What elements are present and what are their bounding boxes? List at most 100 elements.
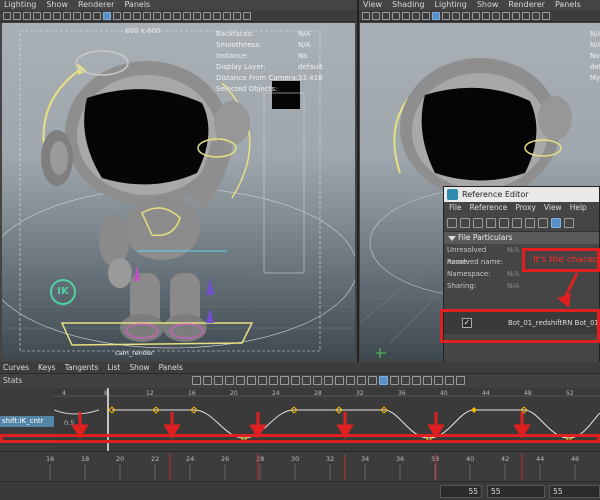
shadows-icon[interactable]: [143, 12, 151, 20]
trax-icon[interactable]: [456, 376, 466, 385]
ref-menu-proxy[interactable]: Proxy: [515, 202, 536, 214]
bookmark-icon[interactable]: [13, 12, 21, 20]
color-management-icon[interactable]: [522, 12, 530, 20]
range-end-field[interactable]: 55: [487, 485, 545, 498]
smooth-shade-icon[interactable]: [442, 12, 450, 20]
shadows-icon[interactable]: [472, 12, 480, 20]
camera-icon[interactable]: [362, 12, 370, 20]
range-end-field-2[interactable]: 55: [549, 485, 600, 498]
ref-menu-file[interactable]: File: [449, 202, 462, 214]
safe-title-icon[interactable]: [93, 12, 101, 20]
ref-menu-help[interactable]: Help: [570, 202, 587, 214]
menu-lighting[interactable]: Lighting: [4, 0, 36, 10]
camera-icon[interactable]: [3, 12, 11, 20]
post-infinity-icon[interactable]: [434, 376, 444, 385]
menu-view[interactable]: View: [363, 0, 382, 10]
buffer-curve-icon[interactable]: [324, 376, 334, 385]
denormalize-icon[interactable]: [412, 376, 422, 385]
break-tangent-icon[interactable]: [335, 376, 345, 385]
insert-key-icon[interactable]: [203, 376, 213, 385]
ik-badge[interactable]: IK: [50, 279, 76, 305]
field-chart-icon[interactable]: [73, 12, 81, 20]
lattice-deform-icon[interactable]: [214, 376, 224, 385]
range-slider[interactable]: 55 55 55: [0, 481, 600, 500]
bookmark-icon[interactable]: [372, 12, 380, 20]
color-management-icon[interactable]: [243, 12, 251, 20]
auto-tangent-icon[interactable]: [247, 376, 257, 385]
import-icon[interactable]: [460, 218, 470, 228]
textured-icon[interactable]: [452, 12, 460, 20]
create-reference-icon[interactable]: [447, 218, 457, 228]
grid-toggle-icon[interactable]: [33, 12, 41, 20]
wireframe-icon[interactable]: [103, 12, 111, 20]
graph-menu-list[interactable]: List: [107, 362, 120, 373]
gamma-icon[interactable]: [512, 12, 520, 20]
step-tangent-icon[interactable]: [302, 376, 312, 385]
plateau-tangent-icon[interactable]: [313, 376, 323, 385]
ambient-occlusion-icon[interactable]: [153, 12, 161, 20]
edit-icon[interactable]: [538, 218, 548, 228]
xray-joints-icon[interactable]: [203, 12, 211, 20]
file-particulars-header[interactable]: File Particulars: [444, 232, 599, 244]
lock-weight-icon[interactable]: [368, 376, 378, 385]
spline-tangent-icon[interactable]: [258, 376, 268, 385]
graph-menu-keys[interactable]: Keys: [38, 362, 56, 373]
isolate-icon[interactable]: [183, 12, 191, 20]
exposure-icon[interactable]: [502, 12, 510, 20]
smooth-shade-icon[interactable]: [113, 12, 121, 20]
motion-blur-icon[interactable]: [163, 12, 171, 20]
normalize-icon[interactable]: [401, 376, 411, 385]
unload-icon[interactable]: [499, 218, 509, 228]
textured-icon[interactable]: [123, 12, 131, 20]
list-view-icon[interactable]: [551, 218, 561, 228]
move-key-icon[interactable]: [192, 376, 202, 385]
image-plane-icon[interactable]: [382, 12, 390, 20]
menu-shading[interactable]: Shading: [392, 0, 425, 10]
film-gate-icon[interactable]: [402, 12, 410, 20]
more-icon[interactable]: [542, 12, 550, 20]
detail-view-icon[interactable]: [564, 218, 574, 228]
xray-icon[interactable]: [492, 12, 500, 20]
menu-show[interactable]: Show: [46, 0, 68, 10]
lock-icon[interactable]: [512, 218, 522, 228]
value-snap-icon[interactable]: [390, 376, 400, 385]
gate-mask-icon[interactable]: [63, 12, 71, 20]
clamped-tangent-icon[interactable]: [269, 376, 279, 385]
graph-menu-curves[interactable]: Curves: [3, 362, 29, 373]
ref-menu-reference[interactable]: Reference: [470, 202, 508, 214]
lights-icon[interactable]: [462, 12, 470, 20]
antialias-icon[interactable]: [173, 12, 181, 20]
backface-icon[interactable]: [213, 12, 221, 20]
range-start-field[interactable]: 55: [440, 485, 482, 498]
frame-selection-icon[interactable]: [236, 376, 246, 385]
ref-menu-view[interactable]: View: [544, 202, 562, 214]
flat-tangent-icon[interactable]: [291, 376, 301, 385]
wireframe-icon[interactable]: [432, 12, 440, 20]
gamma-icon[interactable]: [233, 12, 241, 20]
remove-icon[interactable]: [525, 218, 535, 228]
dope-sheet-icon[interactable]: [445, 376, 455, 385]
menu-panels[interactable]: Panels: [124, 0, 150, 10]
image-plane-icon[interactable]: [23, 12, 31, 20]
unify-tangent-icon[interactable]: [346, 376, 356, 385]
time-slider[interactable]: 16182022242628303234363840424446485052: [0, 451, 600, 481]
isolate-icon[interactable]: [482, 12, 490, 20]
graph-menu-panels[interactable]: Panels: [159, 362, 183, 373]
grid-toggle-icon[interactable]: [392, 12, 400, 20]
export-icon[interactable]: [473, 218, 483, 228]
panel-layout-icon[interactable]: [532, 12, 540, 20]
menu-renderer[interactable]: Renderer: [508, 0, 545, 10]
left-viewport-canvas[interactable]: 800 x 800 Backfaces: Smoothness: Instanc…: [2, 23, 355, 359]
exposure-icon[interactable]: [223, 12, 231, 20]
gate-mask-icon[interactable]: [422, 12, 430, 20]
reload-icon[interactable]: [486, 218, 496, 228]
resolution-gate-icon[interactable]: [53, 12, 61, 20]
graph-menu-show[interactable]: Show: [129, 362, 149, 373]
frame-all-icon[interactable]: [225, 376, 235, 385]
time-snap-icon[interactable]: [379, 376, 389, 385]
pre-infinity-icon[interactable]: [423, 376, 433, 385]
safe-action-icon[interactable]: [83, 12, 91, 20]
graph-menu-tangents[interactable]: Tangents: [65, 362, 99, 373]
menu-lighting[interactable]: Lighting: [434, 0, 466, 10]
menu-show[interactable]: Show: [477, 0, 499, 10]
